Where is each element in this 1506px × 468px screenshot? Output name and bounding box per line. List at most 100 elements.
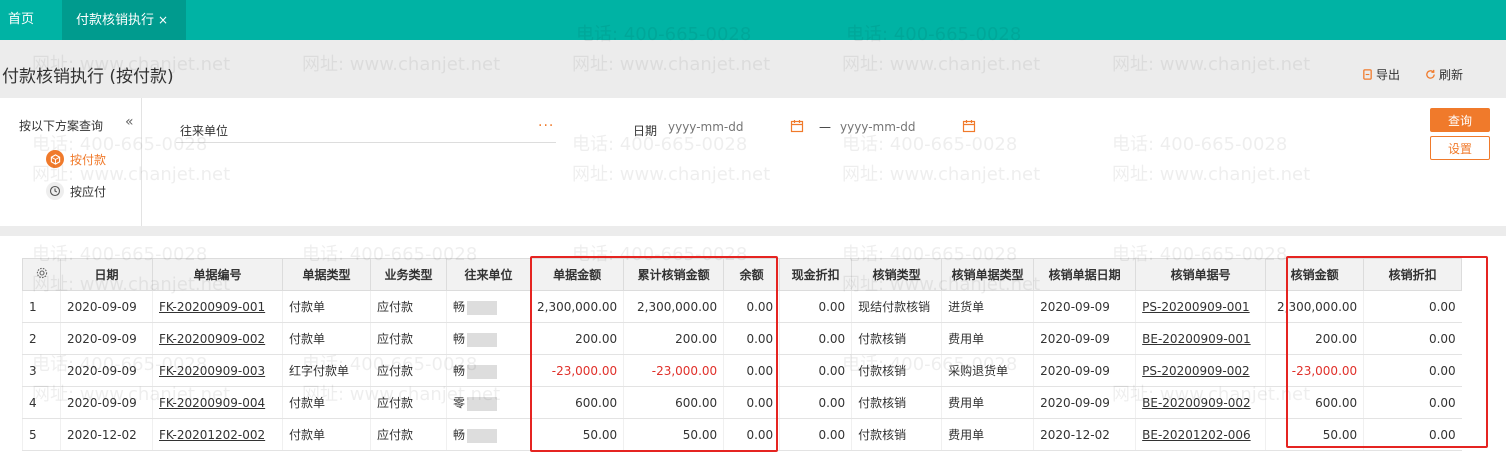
watermark-site: 网址: www.chanjet.net — [572, 54, 771, 75]
date-range-separator: — — [819, 120, 831, 134]
scheme-by-payable-label: 按应付 — [70, 184, 107, 199]
writeoff-doc-link[interactable]: PS-20200909-001 — [1142, 300, 1250, 314]
cell-doc-type: 付款单 — [282, 322, 371, 355]
row-index: 4 — [22, 386, 61, 419]
cell-writeoff-doc-number[interactable]: BE-20200909-001 — [1135, 322, 1266, 355]
tab-payment-writeoff-label: 付款核销执行 — [76, 13, 155, 28]
cell-writeoff-type: 现结付款核销 — [851, 290, 942, 323]
cell-biz-type: 应付款 — [370, 354, 447, 387]
redacted-mask — [467, 396, 498, 411]
cell-doc-type: 付款单 — [282, 290, 371, 323]
column-header[interactable]: 往来单位 — [446, 258, 531, 291]
row-index: 3 — [22, 354, 61, 387]
cell-doc-number[interactable]: FK-20200909-002 — [152, 322, 283, 355]
column-header[interactable]: 日期 — [60, 258, 153, 291]
writeoff-doc-link[interactable]: BE-20201202-006 — [1142, 428, 1250, 442]
cell-date: 2020-12-02 — [60, 418, 153, 451]
column-header[interactable]: 单据类型 — [282, 258, 371, 291]
cell-cash-discount: 0.00 — [779, 290, 852, 323]
cell-doc-type: 付款单 — [282, 386, 371, 419]
cell-doc-number[interactable]: FK-20200909-003 — [152, 354, 283, 387]
counterparty-text: 畅 — [453, 332, 466, 346]
doc-number-link[interactable]: FK-20201202-002 — [159, 428, 265, 442]
cell-writeoff-doc-type: 费用单 — [941, 322, 1034, 355]
cell-cash-discount: 0.00 — [779, 418, 852, 451]
calendar-icon[interactable] — [962, 119, 976, 133]
export-label: 导出 — [1376, 68, 1401, 82]
settings-button[interactable]: 设置 — [1430, 136, 1490, 160]
more-icon[interactable]: ··· — [538, 118, 554, 134]
scheme-by-payment[interactable]: 按付款 — [46, 150, 106, 168]
writeoff-doc-link[interactable]: BE-20200909-002 — [1142, 396, 1250, 410]
cell-doc-number[interactable]: FK-20200909-004 — [152, 386, 283, 419]
row-index: 2 — [22, 322, 61, 355]
tab-payment-writeoff[interactable]: 付款核销执行 × — [62, 0, 186, 40]
column-header[interactable]: 核销单据类型 — [941, 258, 1035, 291]
column-header[interactable]: 单据编号 — [152, 258, 283, 291]
counterparty-label: 往来单位 — [180, 124, 229, 138]
counterparty-input[interactable] — [176, 142, 556, 143]
cell-date: 2020-09-09 — [60, 354, 153, 387]
column-header[interactable]: 核销单据日期 — [1033, 258, 1137, 291]
watermark-site: 网址: www.chanjet.net — [1112, 54, 1311, 75]
cell-date: 2020-09-09 — [60, 386, 153, 419]
cell-doc-number[interactable]: FK-20200909-001 — [152, 290, 283, 323]
query-button[interactable]: 查询 — [1430, 108, 1490, 132]
date-label: 日期 — [633, 124, 658, 138]
cell-doc-type: 红字付款单 — [282, 354, 371, 387]
cell-writeoff-type: 付款核销 — [851, 386, 942, 419]
query-panel: 按以下方案查询 « 按付款 按应付 往来单位 ··· 日期 — 查询 设置 — [0, 98, 1506, 226]
cell-counterparty: 畅 — [446, 322, 531, 355]
counterparty-text: 畅 — [453, 300, 466, 314]
scheme-by-payment-label: 按付款 — [70, 152, 107, 167]
cell-date: 2020-09-09 — [60, 290, 153, 323]
cell-counterparty: 畅 — [446, 354, 531, 387]
cell-writeoff-doc-number[interactable]: BE-20200909-002 — [1135, 386, 1266, 419]
redacted-mask — [467, 364, 498, 379]
cell-counterparty: 畅 — [446, 290, 531, 323]
column-settings-cell[interactable] — [22, 258, 61, 291]
doc-number-link[interactable]: FK-20200909-003 — [159, 364, 265, 378]
redacted-mask — [467, 332, 498, 347]
box-icon — [46, 150, 64, 168]
collapse-icon[interactable]: « — [125, 114, 134, 130]
column-header[interactable]: 核销类型 — [851, 258, 943, 291]
page-title: 付款核销执行 (按付款) — [2, 67, 174, 87]
column-header[interactable]: 业务类型 — [370, 258, 447, 291]
close-icon[interactable]: × — [158, 13, 168, 27]
redacted-mask — [467, 428, 498, 443]
cell-doc-number[interactable]: FK-20201202-002 — [152, 418, 283, 451]
cell-writeoff-doc-number[interactable]: BE-20201202-006 — [1135, 418, 1266, 451]
cell-biz-type: 应付款 — [370, 322, 447, 355]
scheme-by-payable[interactable]: 按应付 — [46, 182, 106, 200]
cell-writeoff-doc-number[interactable]: PS-20200909-002 — [1135, 354, 1266, 387]
writeoff-doc-link[interactable]: PS-20200909-002 — [1142, 364, 1250, 378]
doc-number-link[interactable]: FK-20200909-002 — [159, 332, 265, 346]
cell-writeoff-doc-date: 2020-09-09 — [1033, 290, 1136, 323]
refresh-button[interactable]: 刷新 — [1425, 66, 1463, 83]
writeoff-doc-link[interactable]: BE-20200909-001 — [1142, 332, 1250, 346]
cell-writeoff-doc-number[interactable]: PS-20200909-001 — [1135, 290, 1266, 323]
column-header[interactable]: 现金折扣 — [779, 258, 853, 291]
export-button[interactable]: 导出 — [1362, 66, 1400, 83]
doc-number-link[interactable]: FK-20200909-004 — [159, 396, 265, 410]
column-header[interactable]: 核销单据号 — [1135, 258, 1267, 291]
cell-writeoff-doc-date: 2020-12-02 — [1033, 418, 1136, 451]
cell-writeoff-doc-type: 费用单 — [941, 418, 1034, 451]
cell-cash-discount: 0.00 — [779, 354, 852, 387]
date-end-input[interactable] — [840, 120, 950, 134]
cell-writeoff-type: 付款核销 — [851, 418, 942, 451]
tab-home[interactable]: 首页 — [8, 0, 34, 40]
refresh-icon — [1426, 69, 1435, 79]
date-start-input[interactable] — [668, 120, 778, 134]
counterparty-text: 零 — [453, 396, 466, 410]
cell-writeoff-doc-date: 2020-09-09 — [1033, 386, 1136, 419]
cell-counterparty: 零 — [446, 386, 531, 419]
calendar-icon[interactable] — [790, 119, 804, 133]
top-tab-bar: 首页 付款核销执行 × — [0, 0, 1506, 40]
doc-number-link[interactable]: FK-20200909-001 — [159, 300, 265, 314]
cell-counterparty: 畅 — [446, 418, 531, 451]
cell-date: 2020-09-09 — [60, 322, 153, 355]
gear-icon[interactable] — [36, 267, 48, 279]
highlight-amount-columns — [530, 256, 778, 452]
